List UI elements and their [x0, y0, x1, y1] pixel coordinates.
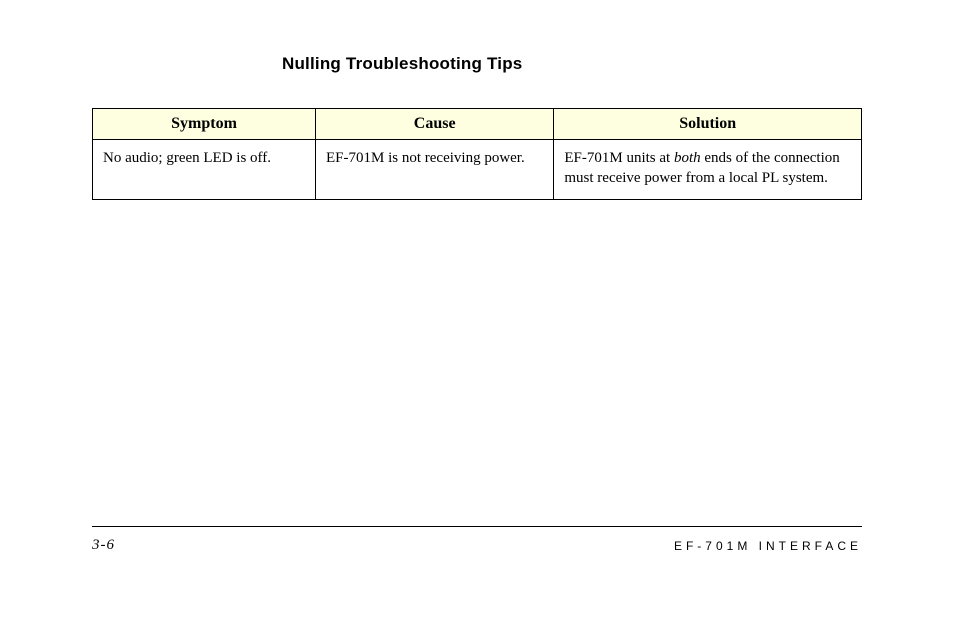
section-heading: Nulling Troubleshooting Tips [282, 54, 862, 74]
solution-pre: EF-701M units at [564, 150, 674, 166]
solution-emphasis: both [674, 150, 701, 166]
page-footer: 3-6 EF-701M INTERFACE [92, 526, 862, 554]
table-row: No audio; green LED is off. EF-701M is n… [93, 140, 862, 200]
document-title: EF-701M INTERFACE [674, 539, 862, 553]
table-header-solution: Solution [554, 109, 862, 140]
page-number: 3-6 [92, 537, 115, 554]
cell-solution: EF-701M units at both ends of the connec… [554, 140, 862, 200]
table-header-symptom: Symptom [93, 109, 316, 140]
table-header-cause: Cause [316, 109, 554, 140]
troubleshooting-table: Symptom Cause Solution No audio; green L… [92, 108, 862, 200]
cell-cause: EF-701M is not receiving power. [316, 140, 554, 200]
cell-symptom: No audio; green LED is off. [93, 140, 316, 200]
